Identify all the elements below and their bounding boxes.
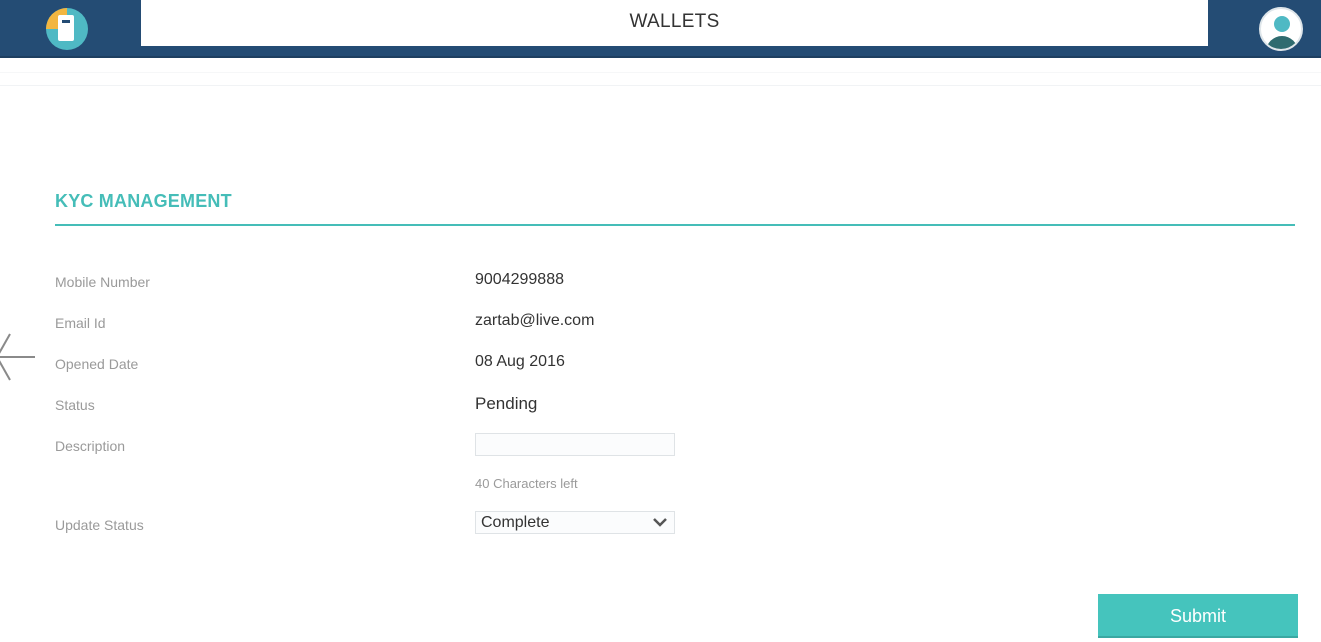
update-status-select[interactable]: Complete [475, 511, 675, 534]
mobile-number-label: Mobile Number [55, 274, 150, 290]
submit-button[interactable]: Submit [1098, 594, 1298, 638]
section-divider [55, 224, 1295, 226]
section-title: KYC MANAGEMENT [55, 191, 232, 211]
opened-date-value: 08 Aug 2016 [475, 353, 565, 370]
update-status-selected: Complete [481, 514, 550, 531]
chevron-down-icon [653, 518, 667, 527]
description-input[interactable] [475, 433, 675, 456]
email-value: zartab@live.com [475, 312, 595, 329]
email-label: Email Id [55, 315, 106, 331]
page-title: WALLETS [141, 0, 1208, 46]
mobile-number-value: 9004299888 [475, 271, 564, 288]
status-value: Pending [475, 394, 538, 413]
description-label: Description [55, 438, 126, 454]
user-avatar-icon[interactable] [1259, 7, 1303, 51]
wallet-logo-icon[interactable] [46, 8, 88, 50]
opened-date-label: Opened Date [55, 356, 139, 372]
character-counter: 40 Characters left [475, 476, 578, 491]
status-label: Status [55, 397, 95, 413]
arrow-left-icon[interactable] [0, 332, 38, 382]
top-navbar: WALLETS [0, 0, 1321, 58]
header-divider [0, 60, 1321, 86]
update-status-label: Update Status [55, 517, 144, 533]
